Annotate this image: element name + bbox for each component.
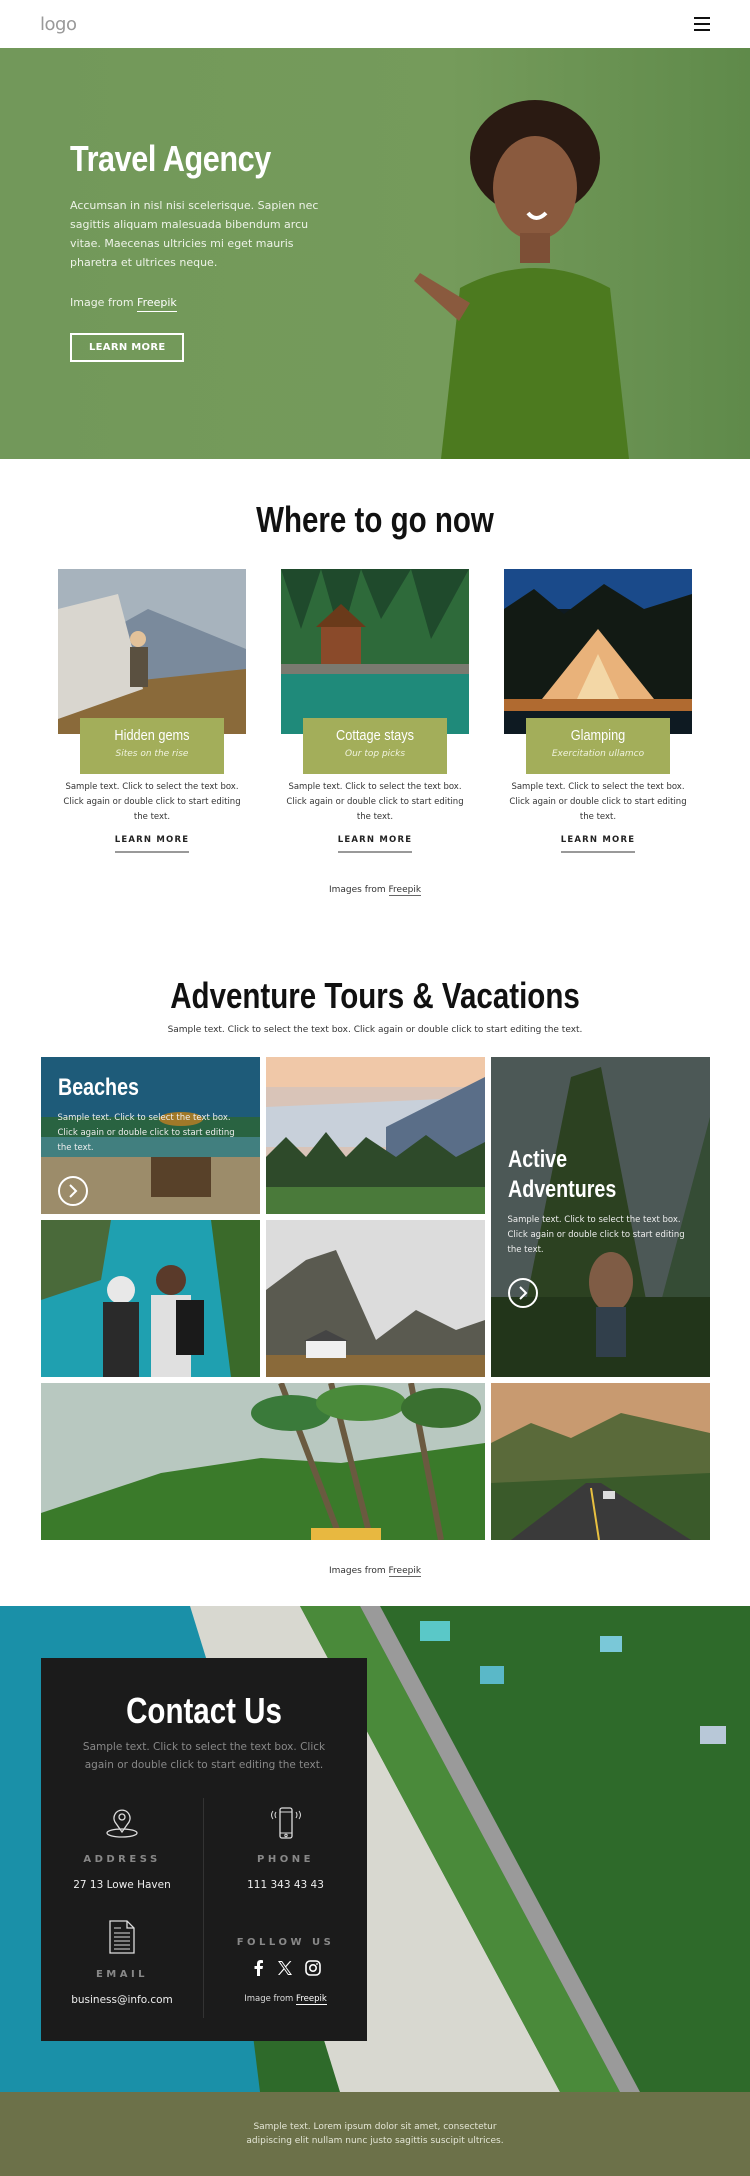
tile-description: Sample text. Click to select the text bo… — [507, 1215, 685, 1255]
section-title: Where to go now — [256, 499, 494, 540]
image-credit: Image from Freepik — [204, 1994, 367, 2005]
location-pin-icon — [106, 1809, 138, 1838]
destination-cards: Hidden gems Sites on the rise Sample tex… — [0, 569, 750, 853]
card-subtitle: Sites on the rise — [115, 749, 189, 759]
couple-image — [40, 1220, 260, 1377]
hero-woman-image — [414, 100, 629, 459]
site-header: logo — [0, 0, 750, 48]
address-value: 27 13 Lowe Haven — [73, 1879, 171, 1891]
freepik-link[interactable]: Freepik — [137, 296, 177, 312]
contact-info-grid: ADDRESS 27 13 Lowe Haven PHONE 111 343 4… — [41, 1798, 367, 2018]
footer-text-line2: adipiscing elit nullam nunc justo sagitt… — [246, 2136, 504, 2146]
destination-card: Hidden gems Sites on the rise Sample tex… — [58, 569, 246, 853]
card-description: Sample text. Click to select the text bo… — [63, 782, 241, 822]
credit-prefix: Image from — [70, 296, 134, 309]
adventure-section: Adventure Tours & Vacations Sample text.… — [0, 895, 750, 1577]
card-title: Cottage stays — [336, 727, 414, 744]
x-twitter-icon[interactable] — [277, 1960, 293, 1980]
email-value[interactable]: business@info.com — [41, 1994, 203, 2006]
card-label: Hidden gems Sites on the rise — [80, 718, 224, 774]
chevron-right-icon — [518, 1286, 527, 1300]
jungle-road-image — [490, 1383, 710, 1540]
learn-more-button[interactable]: LEARN MORE — [70, 333, 185, 362]
lake-cabin-image — [281, 569, 469, 734]
tile-active-adventures[interactable]: Active Adventures Sample text. Click to … — [490, 1057, 710, 1377]
contact-title: Contact Us — [126, 1690, 282, 1731]
facebook-icon[interactable] — [251, 1960, 265, 1980]
images-credit: Images from Freepik — [0, 1566, 750, 1577]
hamburger-menu-icon[interactable] — [694, 17, 710, 31]
card-description: Sample text. Click to select the text bo… — [509, 782, 687, 822]
credit-prefix: Image from — [244, 1994, 294, 2004]
hero-title: Travel Agency — [70, 138, 271, 179]
card-label: Cottage stays Our top picks — [303, 718, 447, 774]
where-to-go-section: Where to go now Hidden gems Sites on the… — [0, 459, 750, 896]
tile-content: Beaches Sample text. Click to select the… — [57, 1073, 248, 1206]
tent-mountain-image — [58, 569, 246, 734]
phone-block: PHONE 111 343 43 43 — [204, 1798, 367, 1903]
tile-title-line1: Active — [507, 1146, 567, 1173]
tile-beaches[interactable]: Beaches Sample text. Click to select the… — [40, 1057, 260, 1214]
learn-more-link[interactable]: LEARN MORE — [560, 835, 636, 853]
phone-value[interactable]: 111 343 43 43 — [204, 1879, 367, 1891]
logo[interactable]: logo — [40, 14, 77, 35]
address-label: ADDRESS — [83, 1854, 161, 1865]
social-icons — [204, 1960, 367, 1980]
tile-couple-travel[interactable] — [40, 1220, 260, 1377]
card-title: Hidden gems — [114, 727, 190, 744]
tile-title-line2: Adventures — [507, 1176, 616, 1203]
credit-prefix: Images from — [328, 1566, 386, 1576]
contact-description: Sample text. Click to select the text bo… — [82, 1741, 326, 1771]
card-subtitle: Our top picks — [344, 749, 406, 759]
tile-title: Beaches — [57, 1074, 139, 1101]
arrow-button[interactable] — [57, 1176, 88, 1206]
contact-card: Contact Us Sample text. Click to select … — [41, 1658, 367, 2041]
tile-jungle-road[interactable] — [490, 1383, 710, 1540]
section-subtitle: Sample text. Click to select the text bo… — [167, 1025, 583, 1035]
section-title: Adventure Tours & Vacations — [170, 975, 580, 1016]
footer-text-line1: Sample text. Lorem ipsum dolor sit amet,… — [253, 2122, 497, 2132]
card-title: Glamping — [570, 727, 626, 744]
mobile-phone-icon — [270, 1807, 301, 1839]
destination-card: Cottage stays Our top picks Sample text.… — [281, 569, 469, 853]
email-label: EMAIL — [95, 1969, 149, 1980]
freepik-link[interactable]: Freepik — [388, 885, 422, 896]
contact-section: Contact Us Sample text. Click to select … — [0, 1606, 750, 2092]
follow-label: FOLLOW US — [236, 1937, 335, 1948]
learn-more-link[interactable]: LEARN MORE — [337, 835, 413, 853]
address-block: ADDRESS 27 13 Lowe Haven — [41, 1798, 204, 1903]
follow-block: FOLLOW US Image from Freepik — [204, 1903, 367, 2018]
arrow-button[interactable] — [507, 1278, 538, 1308]
learn-more-link[interactable]: LEARN MORE — [114, 835, 190, 853]
palm-beach-image — [40, 1383, 485, 1540]
phone-label: PHONE — [257, 1854, 314, 1865]
destination-card: Glamping Exercitation ullamco Sample tex… — [504, 569, 692, 853]
images-credit: Images from Freepik — [0, 885, 750, 896]
hero-description: Accumsan in nisl nisi scelerisque. Sapie… — [70, 199, 319, 269]
site-footer: Sample text. Lorem ipsum dolor sit amet,… — [0, 2092, 750, 2176]
tile-content: Active Adventures Sample text. Click to … — [507, 1145, 698, 1308]
tile-description: Sample text. Click to select the text bo… — [57, 1113, 235, 1153]
mountain-house-image — [265, 1220, 485, 1377]
hero-section: Travel Agency Accumsan in nisl nisi scel… — [0, 48, 750, 459]
tile-tropical-palms[interactable] — [40, 1383, 485, 1540]
hero-credit: Image from Freepik — [70, 296, 340, 312]
card-label: Glamping Exercitation ullamco — [526, 718, 670, 774]
card-description: Sample text. Click to select the text bo… — [286, 782, 464, 822]
tile-mountain-house[interactable] — [265, 1220, 485, 1377]
freepik-link[interactable]: Freepik — [388, 1566, 422, 1577]
card-subtitle: Exercitation ullamco — [551, 749, 645, 759]
gallery-grid: Beaches Sample text. Click to select the… — [40, 1057, 710, 1540]
misty-forest-image — [265, 1057, 485, 1214]
instagram-icon[interactable] — [304, 1960, 321, 1980]
freepik-link[interactable]: Freepik — [296, 1994, 327, 2005]
credit-prefix: Images from — [328, 885, 386, 895]
tile-misty-forest[interactable] — [265, 1057, 485, 1214]
email-block: EMAIL business@info.com — [41, 1903, 204, 2018]
hero-text: Travel Agency Accumsan in nisl nisi scel… — [70, 138, 340, 362]
document-icon — [109, 1920, 135, 1954]
glamping-tent-image — [504, 569, 692, 734]
chevron-right-icon — [68, 1184, 77, 1198]
